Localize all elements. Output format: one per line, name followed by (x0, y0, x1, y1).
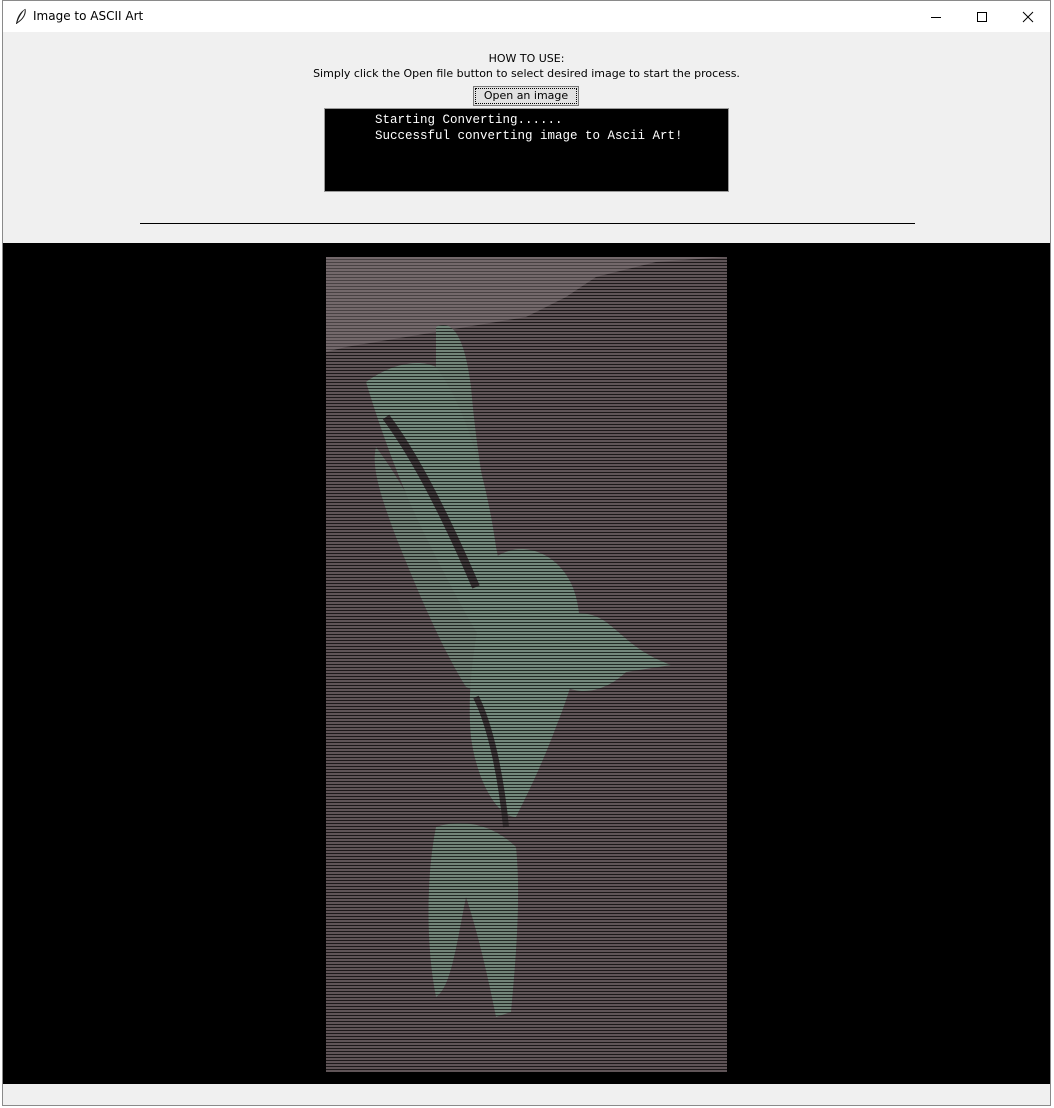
console-line: Starting Converting...... (375, 113, 563, 127)
window-title: Image to ASCII Art (33, 9, 144, 23)
minimize-icon (930, 16, 941, 18)
separator-line (140, 223, 915, 224)
instructions-heading: HOW TO USE: (488, 52, 565, 65)
maximize-button[interactable] (959, 1, 1004, 32)
close-icon (1022, 11, 1033, 22)
title-bar[interactable]: Image to ASCII Art (3, 1, 1050, 32)
bottom-strip (3, 1084, 1050, 1105)
feather-icon (16, 8, 26, 24)
open-image-file-button[interactable]: Open an image File (473, 86, 579, 120)
ascii-art-bird (326, 257, 727, 1072)
maximize-icon (976, 11, 987, 22)
minimize-button[interactable] (913, 1, 958, 32)
status-console: Starting Converting...... Successful con… (324, 108, 729, 192)
console-line: Successful converting image to Ascii Art… (375, 129, 683, 143)
close-button[interactable] (1005, 1, 1050, 32)
instructions-text: Simply click the Open file button to sel… (313, 67, 740, 80)
ascii-output-canvas (3, 243, 1050, 1084)
app-window: Image to ASCII Art HOW TO USE: Simply cl… (2, 0, 1051, 1106)
